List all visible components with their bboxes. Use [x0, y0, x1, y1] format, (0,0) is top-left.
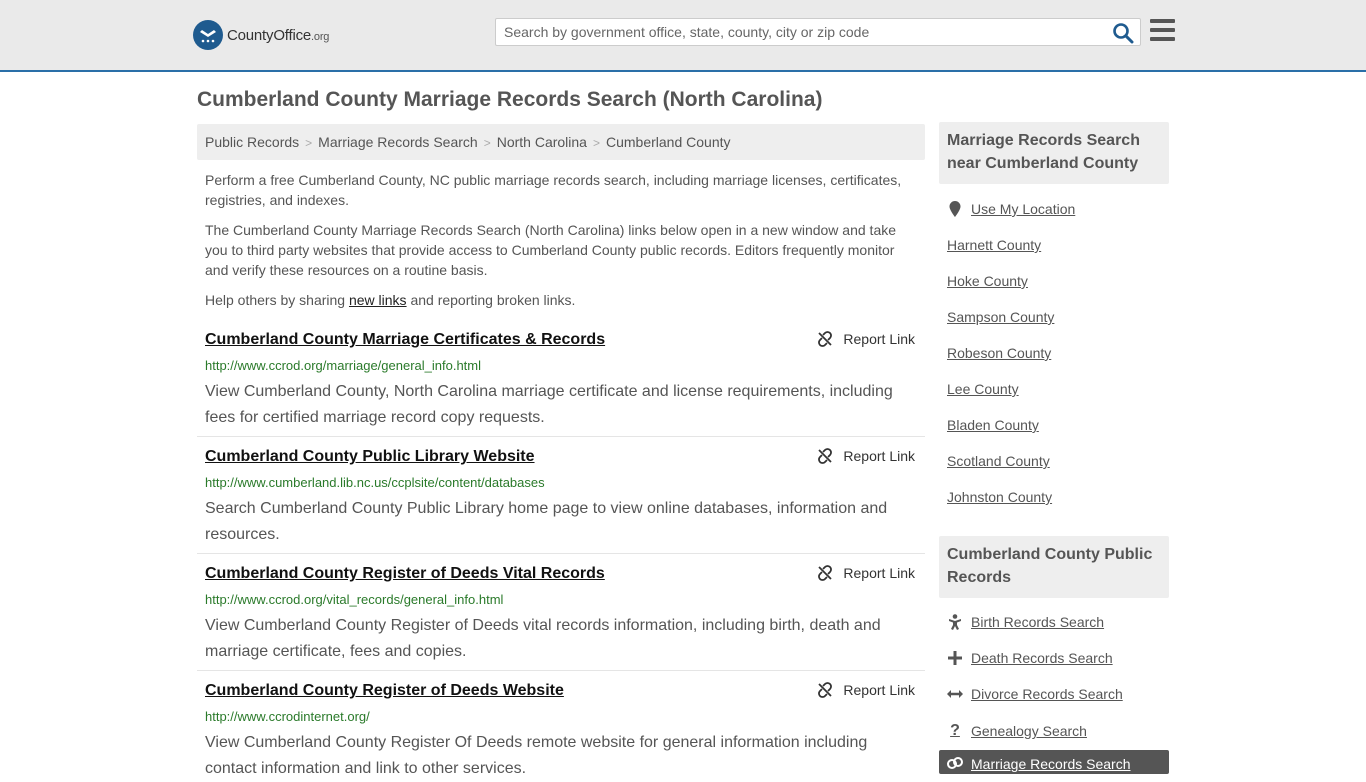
report-link-button[interactable]: Report Link	[817, 331, 915, 347]
report-link-button[interactable]: Report Link	[817, 682, 915, 698]
share-text: Help others by sharing	[205, 292, 349, 308]
result-title-link[interactable]: Cumberland County Register of Deeds Vita…	[205, 565, 605, 583]
divorce-records-link[interactable]: Divorce Records Search	[947, 686, 1123, 702]
report-link-button[interactable]: Report Link	[817, 565, 915, 581]
result-item: Cumberland County Register of Deeds Vita…	[197, 565, 925, 671]
result-title-link[interactable]: Cumberland County Marriage Certificates …	[205, 331, 605, 349]
result-title-link[interactable]: Cumberland County Public Library Website	[205, 448, 535, 466]
logo-tld: .org	[311, 30, 330, 43]
broken-link-icon	[818, 448, 833, 464]
search-button[interactable]	[1112, 22, 1134, 44]
map-pin-icon	[947, 201, 963, 217]
report-link-label: Report Link	[843, 448, 915, 464]
search-icon	[1113, 23, 1134, 44]
rings-icon	[947, 756, 963, 772]
marriage-records-link-active[interactable]: Marriage Records Search	[939, 750, 1169, 774]
breadcrumb-cumberland-county[interactable]: Cumberland County	[606, 134, 731, 150]
divorce-records-label: Divorce Records Search	[971, 686, 1123, 702]
nearby-county-link[interactable]: Robeson County	[947, 345, 1051, 361]
breadcrumb-separator-icon: >	[592, 136, 600, 150]
result-item: Cumberland County Register of Deeds Webs…	[197, 682, 925, 777]
result-item: Cumberland County Marriage Certificates …	[197, 331, 925, 437]
logo-name-bold: Office	[273, 26, 312, 44]
use-my-location-link[interactable]: Use My Location	[947, 201, 1075, 217]
logo-text: CountyOffice.org	[227, 27, 329, 44]
nearby-county-link[interactable]: Harnett County	[947, 237, 1041, 253]
intro-paragraph: Perform a free Cumberland County, NC pub…	[205, 172, 902, 208]
death-records-link[interactable]: Death Records Search	[947, 650, 1113, 666]
nearby-county-link[interactable]: Johnston County	[947, 489, 1052, 505]
result-description: View Cumberland County Register of Deeds…	[205, 617, 881, 660]
page-title: Cumberland County Marriage Records Searc…	[197, 88, 823, 111]
genealogy-search-link[interactable]: ? Genealogy Search	[947, 722, 1087, 740]
nearby-county-link[interactable]: Hoke County	[947, 273, 1028, 289]
question-icon: ?	[950, 722, 960, 739]
breadcrumb-north-carolina[interactable]: North Carolina	[497, 134, 587, 150]
breadcrumb-public-records[interactable]: Public Records	[205, 134, 299, 150]
result-description: Search Cumberland County Public Library …	[205, 500, 888, 543]
result-url: http://www.ccrodinternet.org/	[205, 709, 370, 724]
use-my-location-label: Use My Location	[971, 201, 1076, 217]
result-url: http://www.ccrod.org/marriage/general_in…	[205, 358, 482, 373]
baby-icon	[947, 614, 963, 630]
result-url: http://www.ccrod.org/vital_records/gener…	[205, 592, 504, 607]
broken-link-icon	[818, 565, 833, 581]
nearby-county-link[interactable]: Bladen County	[947, 417, 1039, 433]
search-input[interactable]	[496, 19, 1106, 45]
nearby-county-link[interactable]: Sampson County	[947, 309, 1054, 325]
search-box	[495, 18, 1141, 46]
share-paragraph: Help others by sharing new links and rep…	[205, 290, 915, 310]
nearby-heading: Marriage Records Search near Cumberland …	[939, 122, 1169, 184]
breadcrumb: Public Records > Marriage Records Search > N…	[197, 124, 925, 160]
result-item: Cumberland County Public Library Website…	[197, 448, 925, 554]
genealogy-search-label: Genealogy Search	[971, 723, 1087, 739]
result-url: http://www.cumberland.lib.nc.us/ccplsite…	[205, 475, 545, 490]
public-records-heading: Cumberland County Public Records	[939, 536, 1169, 598]
site-logo[interactable]: CountyOffice.org	[193, 19, 329, 51]
birth-records-link[interactable]: Birth Records Search	[947, 614, 1104, 630]
new-links-link[interactable]: new links	[349, 292, 407, 308]
split-arrows-icon	[947, 688, 963, 700]
share-text-after: and reporting broken links.	[406, 292, 576, 308]
logo-seal-icon	[193, 20, 223, 50]
hamburger-menu-icon[interactable]	[1150, 19, 1175, 41]
report-link-label: Report Link	[843, 682, 915, 698]
report-link-button[interactable]: Report Link	[817, 448, 915, 464]
result-title-link[interactable]: Cumberland County Register of Deeds Webs…	[205, 682, 564, 700]
result-description: View Cumberland County Register Of Deeds…	[205, 734, 868, 777]
marriage-records-label: Marriage Records Search	[971, 756, 1131, 772]
nearby-county-link[interactable]: Scotland County	[947, 453, 1050, 469]
report-link-label: Report Link	[843, 565, 915, 581]
broken-link-icon	[818, 331, 833, 347]
broken-link-icon	[818, 682, 833, 698]
birth-records-label: Birth Records Search	[971, 614, 1105, 630]
result-description: View Cumberland County, North Carolina m…	[205, 383, 893, 426]
cross-icon	[947, 651, 963, 665]
logo-name: County	[227, 26, 274, 44]
disclaimer-paragraph: The Cumberland County Marriage Records S…	[205, 222, 897, 278]
top-bar: CountyOffice.org	[0, 0, 1366, 72]
breadcrumb-separator-icon: >	[483, 136, 491, 150]
breadcrumb-separator-icon: >	[305, 136, 313, 150]
report-link-label: Report Link	[843, 331, 915, 347]
death-records-label: Death Records Search	[971, 650, 1113, 666]
breadcrumb-marriage-records[interactable]: Marriage Records Search	[318, 134, 478, 150]
nearby-county-link[interactable]: Lee County	[947, 381, 1019, 397]
